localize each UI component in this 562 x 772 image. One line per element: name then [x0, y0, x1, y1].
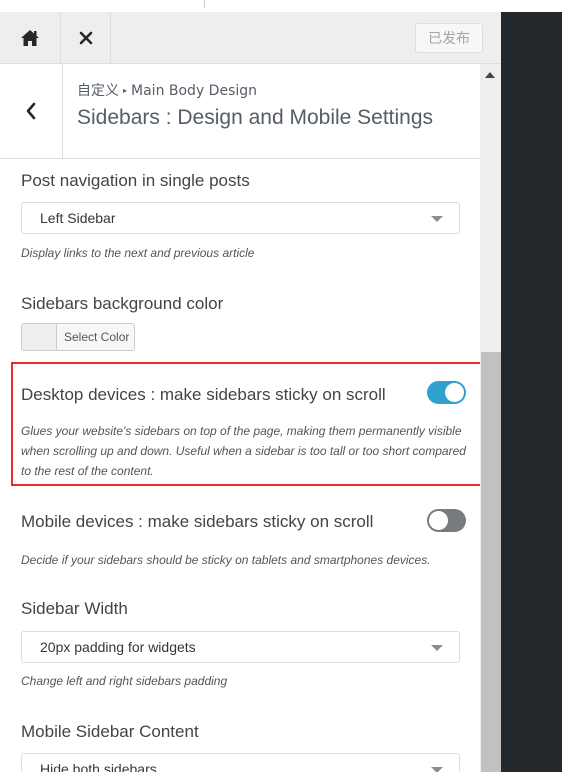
- select-color-label: Select Color: [64, 330, 130, 344]
- mobile-content-value: Hide both sidebars: [40, 761, 157, 772]
- close-icon: [79, 31, 92, 44]
- chevron-left-icon: [26, 102, 36, 120]
- home-button[interactable]: [0, 12, 61, 63]
- top-strip: [0, 0, 500, 12]
- breadcrumb: 自定义 ▸ Main Body Design: [77, 80, 257, 100]
- top-strip-divider: [204, 0, 205, 8]
- sidebar-width-label: Sidebar Width: [21, 599, 128, 618]
- customizer-header: 已发布: [0, 12, 501, 64]
- mobile-content-label: Mobile Sidebar Content: [21, 722, 199, 741]
- home-icon: [21, 29, 39, 46]
- breadcrumb-root: 自定义: [77, 83, 119, 99]
- desktop-sticky-description: Glues your website's sidebars on top of …: [21, 424, 466, 478]
- desktop-sticky-label: Desktop devices : make sidebars sticky o…: [21, 385, 386, 404]
- chevron-down-icon: [431, 645, 443, 651]
- scroll-up-arrow-icon[interactable]: [485, 72, 495, 78]
- scrollbar[interactable]: [481, 64, 501, 772]
- toggle-knob: [429, 511, 448, 530]
- preview-panel: [501, 0, 562, 772]
- sidebar-width-description: Change left and right sidebars padding: [21, 674, 228, 688]
- sidebar-width-select[interactable]: 20px padding for widgets: [21, 631, 460, 663]
- close-button[interactable]: [61, 12, 111, 63]
- settings-panel: Post navigation in single posts Left Sid…: [0, 159, 480, 772]
- chevron-down-icon: [431, 216, 443, 222]
- breadcrumb-separator-icon: ▸: [123, 86, 128, 95]
- bg-color-label: Sidebars background color: [21, 294, 224, 313]
- chevron-down-icon: [431, 767, 443, 772]
- mobile-sticky-description: Decide if your sidebars should be sticky…: [21, 553, 431, 567]
- sidebar-width-value: 20px padding for widgets: [40, 639, 196, 655]
- scrollbar-thumb[interactable]: [481, 352, 501, 772]
- preview-panel-top: [501, 0, 562, 12]
- select-color-button[interactable]: Select Color: [21, 323, 135, 351]
- customizer-sidebar: 已发布 自定义 ▸ Main Body Design Sidebars : Desi…: [0, 12, 501, 772]
- section-header: 自定义 ▸ Main Body Design Sidebars : Design a…: [0, 64, 480, 159]
- post-nav-label: Post navigation in single posts: [21, 171, 250, 190]
- desktop-sticky-toggle[interactable]: [427, 381, 466, 404]
- color-swatch: [22, 324, 57, 350]
- page-title: Sidebars : Design and Mobile Settings: [77, 106, 434, 129]
- toggle-knob: [445, 383, 464, 402]
- mobile-content-select[interactable]: Hide both sidebars: [21, 753, 460, 772]
- mobile-sticky-toggle[interactable]: [427, 509, 466, 532]
- publish-button[interactable]: 已发布: [415, 23, 483, 53]
- back-button[interactable]: [0, 64, 63, 158]
- breadcrumb-parent: Main Body Design: [131, 83, 258, 99]
- post-nav-description: Display links to the next and previous a…: [21, 246, 255, 260]
- mobile-sticky-label: Mobile devices : make sidebars sticky on…: [21, 512, 374, 531]
- post-nav-select[interactable]: Left Sidebar: [21, 202, 460, 234]
- post-nav-value: Left Sidebar: [40, 210, 116, 226]
